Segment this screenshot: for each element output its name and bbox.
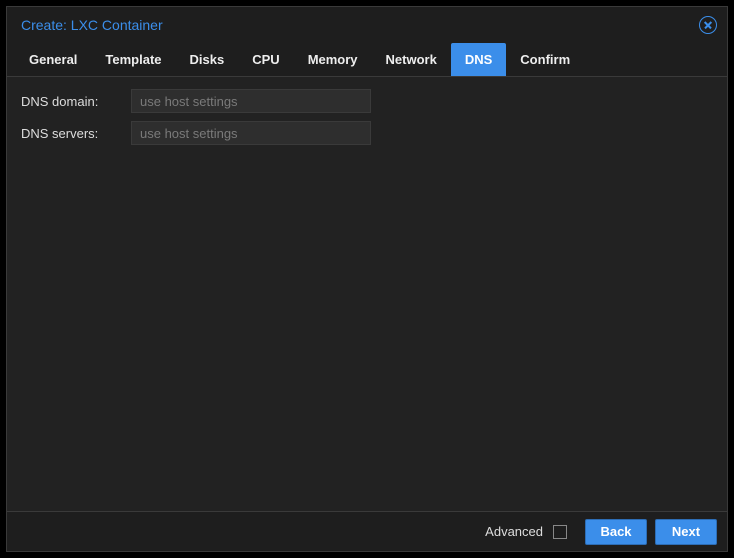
window-title: Create: LXC Container xyxy=(21,17,699,33)
footer: Advanced Back Next xyxy=(7,511,727,551)
label-dns-servers: DNS servers: xyxy=(21,126,131,141)
form-area: DNS domain: DNS servers: xyxy=(7,77,727,511)
tab-memory[interactable]: Memory xyxy=(294,43,372,76)
titlebar: Create: LXC Container xyxy=(7,7,727,43)
tab-dns[interactable]: DNS xyxy=(451,43,506,76)
tab-network[interactable]: Network xyxy=(372,43,451,76)
advanced-label: Advanced xyxy=(485,524,543,539)
row-dns-servers: DNS servers: xyxy=(21,121,713,145)
input-dns-domain[interactable] xyxy=(131,89,371,113)
tab-general[interactable]: General xyxy=(15,43,91,76)
tab-confirm[interactable]: Confirm xyxy=(506,43,584,76)
tab-disks[interactable]: Disks xyxy=(176,43,239,76)
back-button[interactable]: Back xyxy=(585,519,647,545)
next-button[interactable]: Next xyxy=(655,519,717,545)
advanced-checkbox[interactable] xyxy=(553,525,567,539)
row-dns-domain: DNS domain: xyxy=(21,89,713,113)
input-dns-servers[interactable] xyxy=(131,121,371,145)
tab-bar: General Template Disks CPU Memory Networ… xyxy=(7,43,727,77)
tab-cpu[interactable]: CPU xyxy=(238,43,293,76)
dialog-window: Create: LXC Container General Template D… xyxy=(6,6,728,552)
close-icon[interactable] xyxy=(699,16,717,34)
tab-template[interactable]: Template xyxy=(91,43,175,76)
label-dns-domain: DNS domain: xyxy=(21,94,131,109)
